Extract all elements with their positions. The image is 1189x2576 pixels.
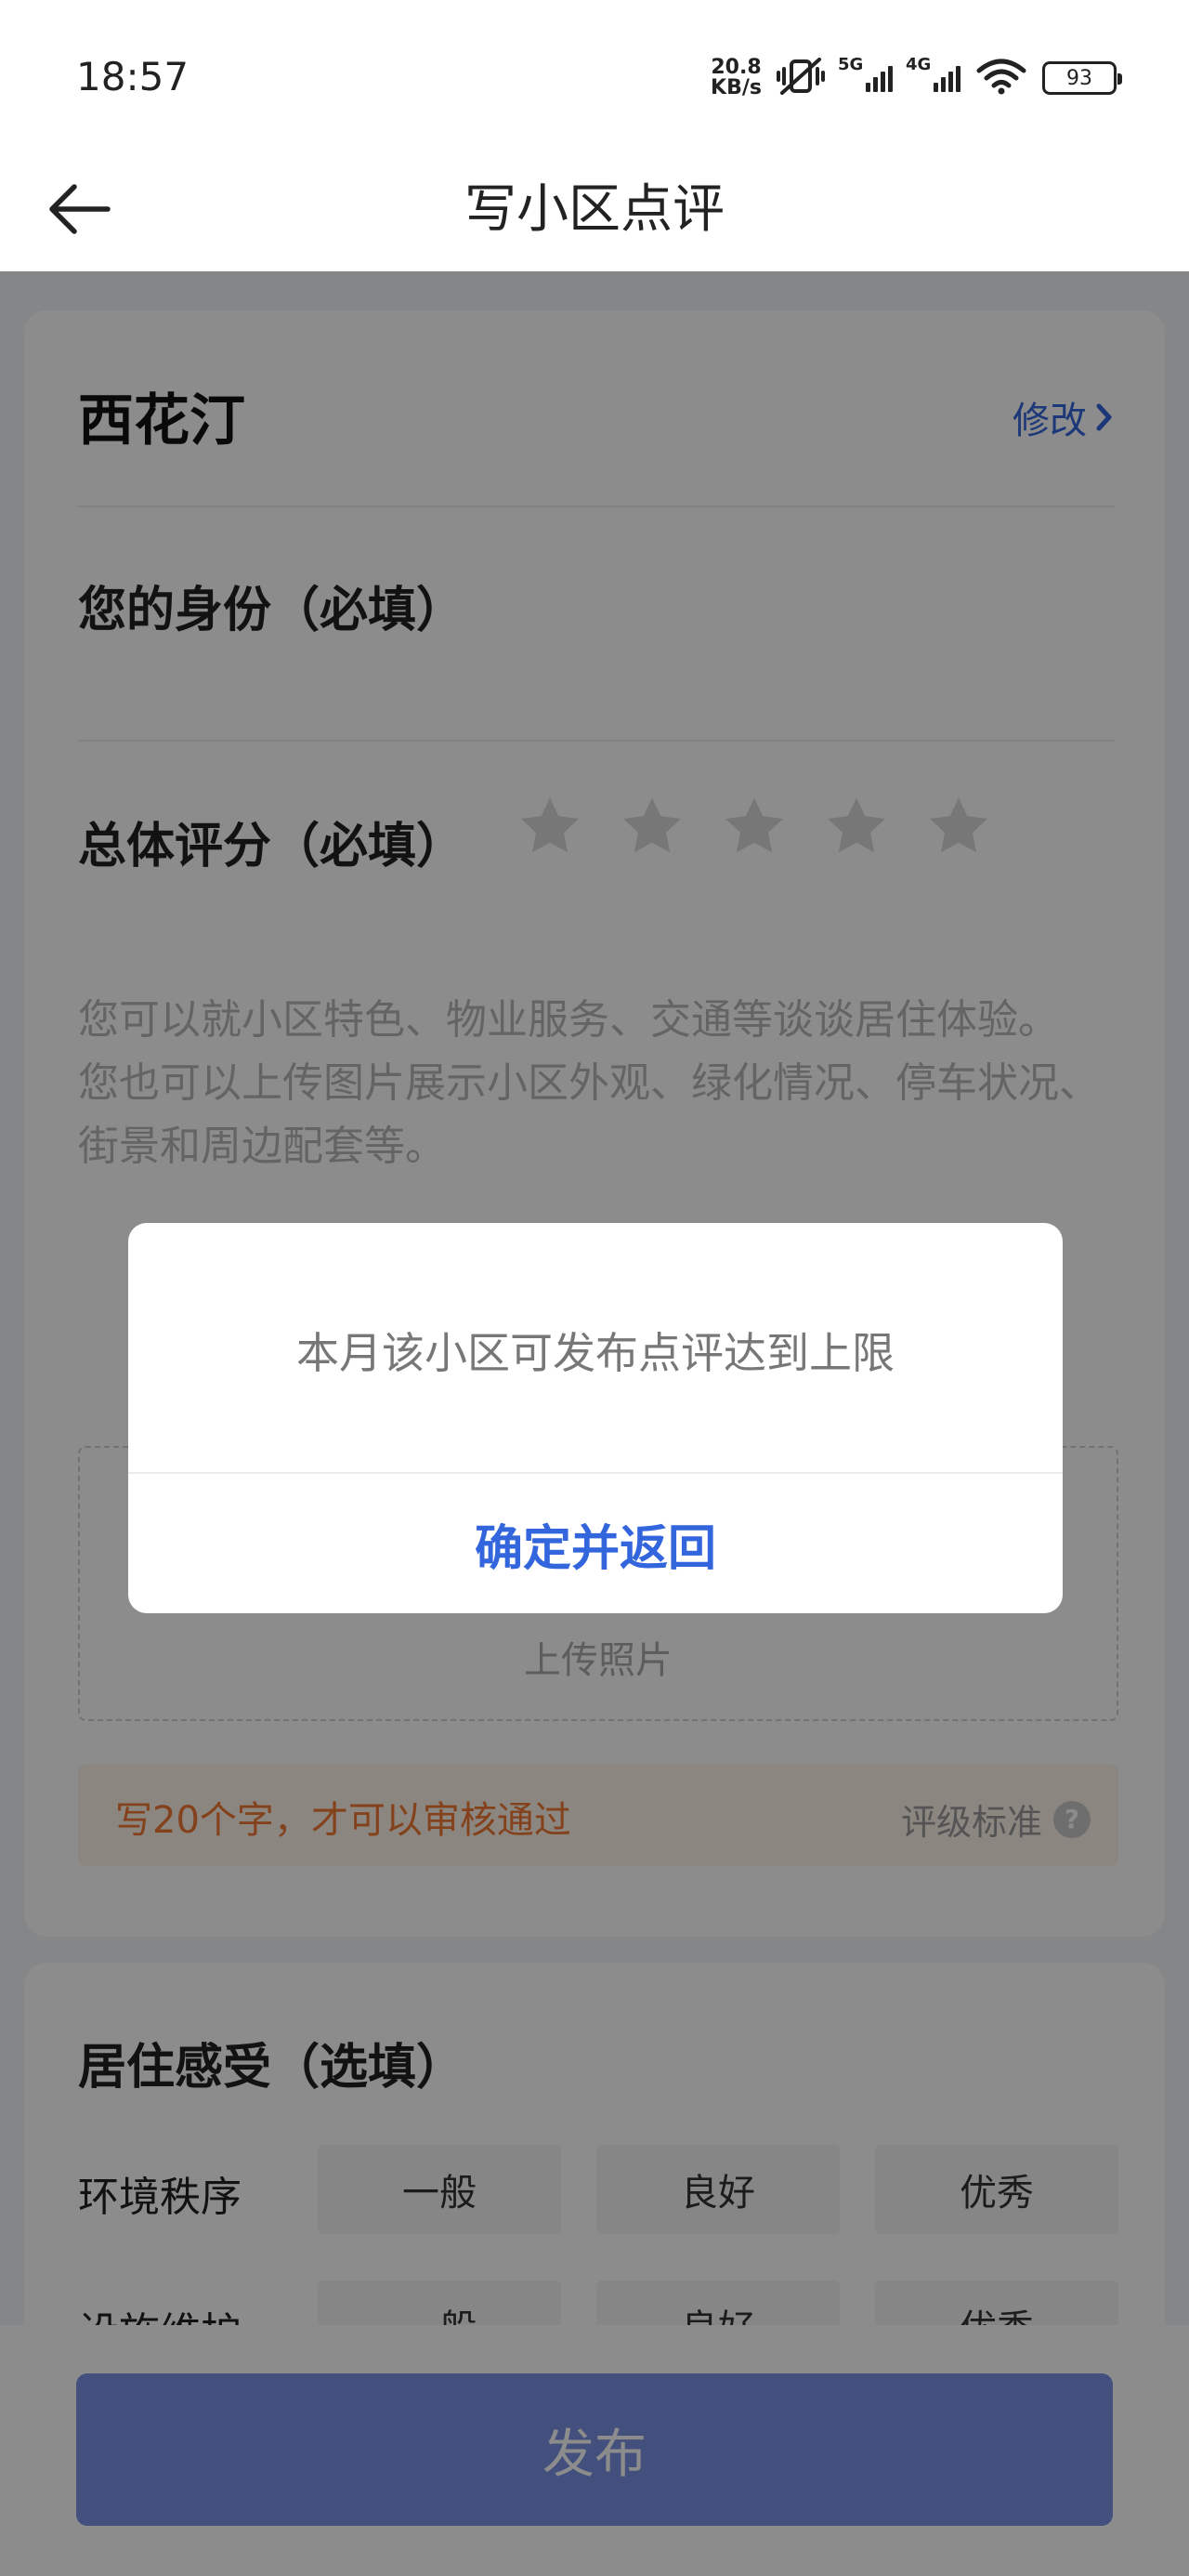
status-bar: 18:57 20.8 KB/s 5G 4G 93 bbox=[0, 0, 1189, 149]
battery-level: 93 bbox=[1066, 66, 1092, 90]
network-speed-value: 20.8 bbox=[711, 56, 762, 79]
page-title: 写小区点评 bbox=[464, 179, 725, 240]
app-header: 写小区点评 bbox=[0, 149, 1189, 271]
network-speed: 20.8 KB/s bbox=[711, 58, 762, 99]
back-arrow-icon bbox=[49, 184, 111, 234]
confirm-return-button[interactable]: 确定并返回 bbox=[128, 1474, 1063, 1613]
status-time: 18:57 bbox=[76, 54, 189, 99]
mute-vibrate-icon bbox=[777, 56, 825, 100]
battery-icon: 93 bbox=[1042, 61, 1122, 95]
limit-reached-dialog: 本月该小区可发布点评达到上限 确定并返回 bbox=[128, 1223, 1063, 1613]
network-speed-unit: KB/s bbox=[711, 76, 762, 99]
dialog-message: 本月该小区可发布点评达到上限 bbox=[296, 1328, 895, 1378]
back-button[interactable] bbox=[37, 167, 121, 251]
signal-4g-icon: 4G bbox=[906, 55, 960, 92]
status-icons: 20.8 KB/s 5G 4G 93 bbox=[711, 52, 1122, 104]
wifi-icon bbox=[975, 58, 1027, 99]
signal-5g-icon: 5G bbox=[838, 55, 893, 92]
